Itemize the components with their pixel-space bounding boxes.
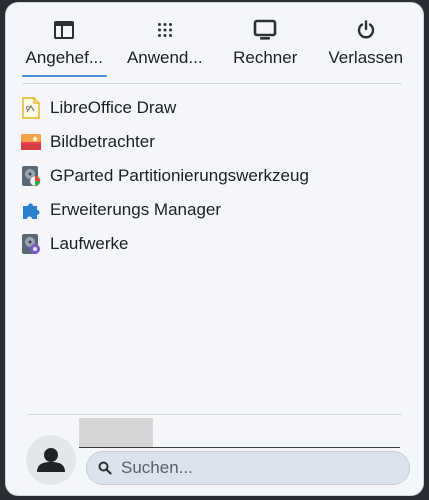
tab-applications[interactable]: Anwend... xyxy=(115,11,216,83)
app-name: GParted Partitionierungswerkzeug xyxy=(50,166,309,185)
puzzle-piece-icon xyxy=(20,199,42,221)
category-tabs: Angehef... Anwend... Rechner Verlassen xyxy=(14,11,416,83)
list-item-libreoffice-draw[interactable]: LibreOffice Draw xyxy=(20,91,410,125)
tab-computer[interactable]: Rechner xyxy=(215,11,316,83)
favorites-list: LibreOffice Draw Bildbetrachter GParted … xyxy=(20,91,410,261)
image-viewer-icon xyxy=(20,131,42,153)
list-item-gparted[interactable]: GParted Partitionierungswerkzeug xyxy=(20,159,410,193)
apps-grid-icon xyxy=(152,17,178,43)
power-icon xyxy=(353,17,379,43)
libreoffice-draw-icon xyxy=(20,97,42,119)
search-input[interactable] xyxy=(119,457,393,479)
tab-leave-label: Verlassen xyxy=(328,48,404,67)
tab-leave[interactable]: Verlassen xyxy=(316,11,417,83)
list-item-image-viewer[interactable]: Bildbetrachter xyxy=(20,125,410,159)
list-item-extension-manager[interactable]: Erweiterungs Manager xyxy=(20,193,410,227)
search-icon xyxy=(97,460,113,476)
user-name-redacted xyxy=(79,418,153,448)
computer-icon xyxy=(252,17,278,43)
app-name: LibreOffice Draw xyxy=(50,98,177,117)
app-name: Laufwerke xyxy=(50,234,129,253)
user-underline xyxy=(79,447,400,448)
app-name: Bildbetrachter xyxy=(50,132,155,151)
divider xyxy=(22,83,402,84)
divider xyxy=(28,414,402,415)
dashboard-icon xyxy=(51,17,77,43)
list-item-disks[interactable]: Laufwerke xyxy=(20,227,410,261)
user-avatar-icon[interactable] xyxy=(26,435,76,485)
tab-favorites-label: Angehef... xyxy=(25,48,103,67)
tab-computer-label: Rechner xyxy=(233,48,298,67)
disks-icon xyxy=(20,233,42,255)
application-menu: Angehef... Anwend... Rechner Verlassen L… xyxy=(6,3,423,495)
gparted-icon xyxy=(20,165,42,187)
tab-favorites[interactable]: Angehef... xyxy=(14,11,115,83)
tab-applications-label: Anwend... xyxy=(126,48,203,67)
search-field[interactable] xyxy=(86,451,410,485)
app-name: Erweiterungs Manager xyxy=(50,200,222,219)
